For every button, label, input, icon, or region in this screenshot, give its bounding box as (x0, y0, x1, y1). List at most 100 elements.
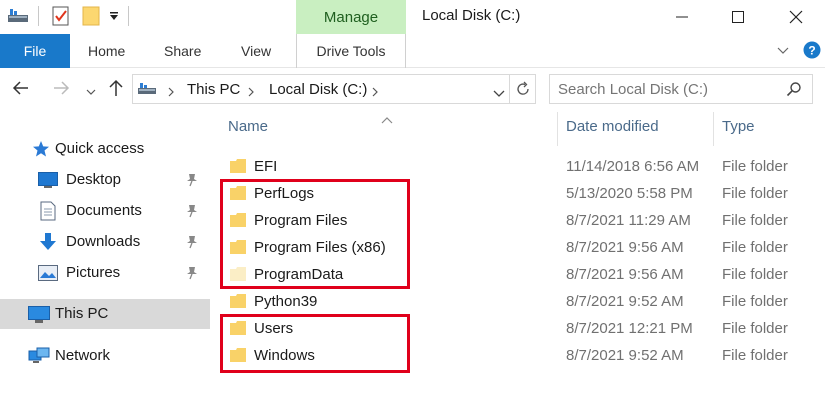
address-divider (509, 75, 510, 103)
refresh-icon[interactable] (515, 81, 531, 100)
title-bar: Manage Local Disk (C:) (0, 0, 825, 34)
nav-this-pc[interactable]: This PC (0, 299, 210, 329)
address-row: This PC Local Disk (C:) (0, 68, 825, 110)
file-date: 5/13/2020 5:58 PM (566, 185, 693, 202)
properties-icon[interactable] (50, 6, 72, 26)
highlight-box (220, 179, 410, 289)
ribbon-tabs: File Home Share View Drive Tools ? (0, 34, 825, 68)
file-type: File folder (722, 293, 788, 310)
tab-share[interactable]: Share (164, 34, 201, 68)
nav-item-pictures-label: Pictures (66, 264, 121, 281)
help-icon[interactable]: ? (803, 41, 821, 62)
file-date: 8/7/2021 11:29 AM (566, 212, 691, 229)
file-date: 8/7/2021 9:52 AM (566, 347, 684, 364)
maximize-icon (732, 11, 744, 23)
search-input[interactable] (558, 79, 778, 99)
pictures-icon (38, 265, 58, 284)
file-type: File folder (722, 185, 788, 202)
file-date: 8/7/2021 9:56 AM (566, 266, 684, 283)
breadcrumb-local-disk[interactable]: Local Disk (C:) (269, 81, 367, 98)
nav-item-documents[interactable]: Documents (0, 196, 210, 226)
file-type: File folder (722, 347, 788, 364)
table-row[interactable]: EFI 11/14/2018 6:56 AM File folder (216, 153, 825, 180)
drive-icon (137, 81, 157, 100)
maximize-button[interactable] (710, 0, 766, 34)
sort-ascending-icon (381, 111, 393, 127)
desktop-icon (38, 172, 58, 191)
nav-item-downloads[interactable]: Downloads (0, 227, 210, 257)
pin-icon[interactable] (186, 204, 198, 221)
downloads-icon (39, 232, 57, 255)
column-header-type[interactable]: Type (722, 118, 755, 135)
file-type: File folder (722, 320, 788, 337)
minimize-icon (676, 16, 688, 18)
highlight-box (220, 314, 410, 373)
minimize-button[interactable] (654, 0, 710, 34)
breadcrumb-chevron-icon[interactable] (247, 84, 255, 100)
file-name: Python39 (254, 293, 318, 310)
nav-item-desktop[interactable]: Desktop (0, 165, 210, 195)
tab-view[interactable]: View (241, 34, 271, 68)
breadcrumb-chevron-icon[interactable] (371, 84, 379, 100)
file-date: 8/7/2021 9:56 AM (566, 239, 684, 256)
search-box[interactable] (549, 74, 813, 104)
window-title: Local Disk (C:) (422, 7, 521, 24)
file-name: EFI (254, 158, 278, 175)
close-icon (789, 10, 803, 24)
pin-icon[interactable] (186, 235, 198, 252)
up-arrow-icon[interactable] (108, 79, 124, 100)
file-date: 8/7/2021 9:52 AM (566, 293, 684, 310)
forward-arrow-icon[interactable] (52, 80, 70, 99)
new-folder-icon[interactable] (80, 6, 102, 26)
nav-quick-access[interactable]: Quick access (0, 134, 210, 164)
tab-file[interactable]: File (0, 34, 70, 68)
recent-locations-icon[interactable] (86, 83, 96, 99)
file-date: 11/14/2018 6:56 AM (566, 158, 700, 175)
breadcrumb-chevron-icon[interactable] (167, 84, 175, 100)
navigation-pane: Quick access Desktop Documents Downloads… (0, 110, 210, 395)
nav-item-downloads-label: Downloads (66, 233, 141, 250)
nav-item-documents-label: Documents (66, 202, 142, 219)
toolbar-divider (128, 6, 129, 26)
tab-manage-label: Manage (323, 8, 379, 26)
file-type: File folder (722, 266, 788, 283)
tab-drive-tools-label: Drive Tools (316, 43, 386, 59)
address-history-icon[interactable] (493, 85, 505, 101)
column-divider[interactable] (557, 112, 558, 146)
network-icon (28, 347, 50, 368)
column-header-date[interactable]: Date modified (566, 118, 659, 135)
svg-text:?: ? (808, 44, 815, 58)
star-icon (32, 140, 50, 161)
table-row[interactable]: Python39 8/7/2021 9:52 AM File folder (216, 288, 825, 315)
column-header-name[interactable]: Name (228, 118, 268, 135)
back-arrow-icon[interactable] (12, 80, 30, 99)
nav-this-pc-label: This PC (55, 305, 109, 322)
pin-icon[interactable] (186, 173, 198, 190)
tab-file-label: File (23, 43, 47, 59)
column-divider[interactable] (713, 112, 714, 146)
file-type: File folder (722, 239, 788, 256)
tab-manage[interactable]: Manage (296, 0, 406, 34)
tab-drive-tools[interactable]: Drive Tools (296, 34, 406, 68)
customize-qat-icon[interactable] (106, 6, 122, 26)
computer-icon (28, 306, 50, 327)
file-date: 8/7/2021 12:21 PM (566, 320, 693, 337)
file-type: File folder (722, 212, 788, 229)
documents-icon (40, 201, 56, 224)
pin-icon[interactable] (186, 266, 198, 283)
tab-home[interactable]: Home (88, 34, 125, 68)
file-type: File folder (722, 158, 788, 175)
search-icon[interactable] (786, 81, 802, 100)
drive-icon[interactable] (6, 6, 30, 26)
address-bar[interactable]: This PC Local Disk (C:) (132, 74, 536, 104)
nav-item-desktop-label: Desktop (66, 171, 122, 188)
expand-ribbon-icon[interactable] (776, 44, 790, 61)
close-button[interactable] (768, 0, 824, 34)
breadcrumb-this-pc[interactable]: This PC (187, 81, 240, 98)
nav-item-pictures[interactable]: Pictures (0, 258, 210, 288)
toolbar-divider (38, 6, 39, 26)
nav-network[interactable]: Network (0, 341, 210, 371)
nav-quick-access-label: Quick access (55, 140, 145, 157)
folder-icon (230, 294, 246, 308)
folder-icon (230, 159, 246, 173)
